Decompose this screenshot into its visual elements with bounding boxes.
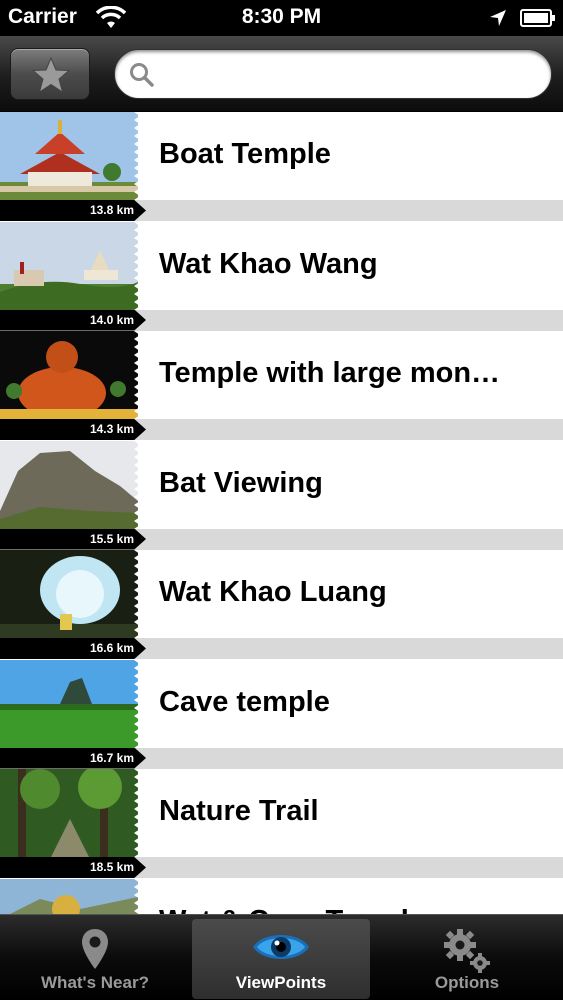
thumbnail-image <box>0 331 138 421</box>
list-item[interactable]: Boat Temple 13.8 km <box>0 112 563 222</box>
distance-badge: 18.5 km <box>0 857 146 878</box>
map-pin-icon <box>82 929 108 969</box>
viewpoints-list: Boat Temple 13.8 km Wat Khao Wang 14.0 k… <box>0 112 563 914</box>
item-title: Temple with large mon… <box>159 357 501 389</box>
item-title: Cave temple <box>159 685 330 718</box>
tab-whats-near[interactable]: What's Near? <box>6 919 184 999</box>
zigzag-edge <box>134 878 144 914</box>
distance-badge: 14.3 km <box>0 419 146 440</box>
search-input[interactable] <box>159 58 539 90</box>
item-title: Bat Viewing <box>159 466 323 499</box>
status-bar: Carrier 8:30 PM <box>0 0 563 36</box>
thumbnail-image <box>0 659 138 750</box>
list-item[interactable]: Wat Khao Luang 16.6 km <box>0 550 563 660</box>
search-toolbar <box>0 36 563 112</box>
favorites-button[interactable] <box>10 48 90 100</box>
distance-badge: 14.0 km <box>0 309 146 331</box>
thumbnail-image <box>0 221 138 312</box>
clock: 8:30 PM <box>241 5 322 28</box>
gears-icon <box>444 929 490 973</box>
thumbnail-image <box>0 440 138 531</box>
list-item[interactable]: Wat & Cave Temple <box>0 878 563 915</box>
tab-bar: What's Near? ViewPoints Options <box>0 914 563 1000</box>
location-arrow-icon <box>490 10 506 26</box>
tab-label: What's Near? <box>41 973 149 992</box>
tab-label: Options <box>434 973 500 992</box>
item-title: Boat Temple <box>159 138 331 170</box>
thumbnail-image <box>0 878 138 914</box>
list-item[interactable]: Bat Viewing 15.5 km <box>0 440 563 550</box>
battery-icon <box>520 9 555 27</box>
eye-icon <box>253 935 309 959</box>
thumbnail-image <box>0 112 138 202</box>
thumbnail-image <box>0 550 138 640</box>
list-item[interactable]: Wat Khao Wang 14.0 km <box>0 221 563 331</box>
list-item[interactable]: Temple with large mon… 14.3 km <box>0 331 563 441</box>
list-item[interactable]: Nature Trail 18.5 km <box>0 769 563 879</box>
item-title: Nature Trail <box>159 795 319 827</box>
tab-label: ViewPoints <box>235 973 327 992</box>
list-item[interactable]: Cave temple 16.7 km <box>0 659 563 769</box>
item-title: Wat Khao Wang <box>159 247 378 280</box>
search-icon <box>130 63 154 87</box>
tab-options[interactable]: Options <box>378 919 556 999</box>
distance-badge: 15.5 km <box>0 528 146 550</box>
tab-viewpoints[interactable]: ViewPoints <box>192 919 370 999</box>
search-field[interactable] <box>114 49 552 99</box>
distance-badge: 16.6 km <box>0 638 146 659</box>
distance-badge: 13.8 km <box>0 200 146 221</box>
item-title: Wat & Cave Temple <box>159 905 549 915</box>
thumbnail-image <box>0 769 138 859</box>
item-title: Wat Khao Luang <box>159 576 387 608</box>
distance-badge: 16.7 km <box>0 747 146 769</box>
star-icon <box>31 56 71 94</box>
